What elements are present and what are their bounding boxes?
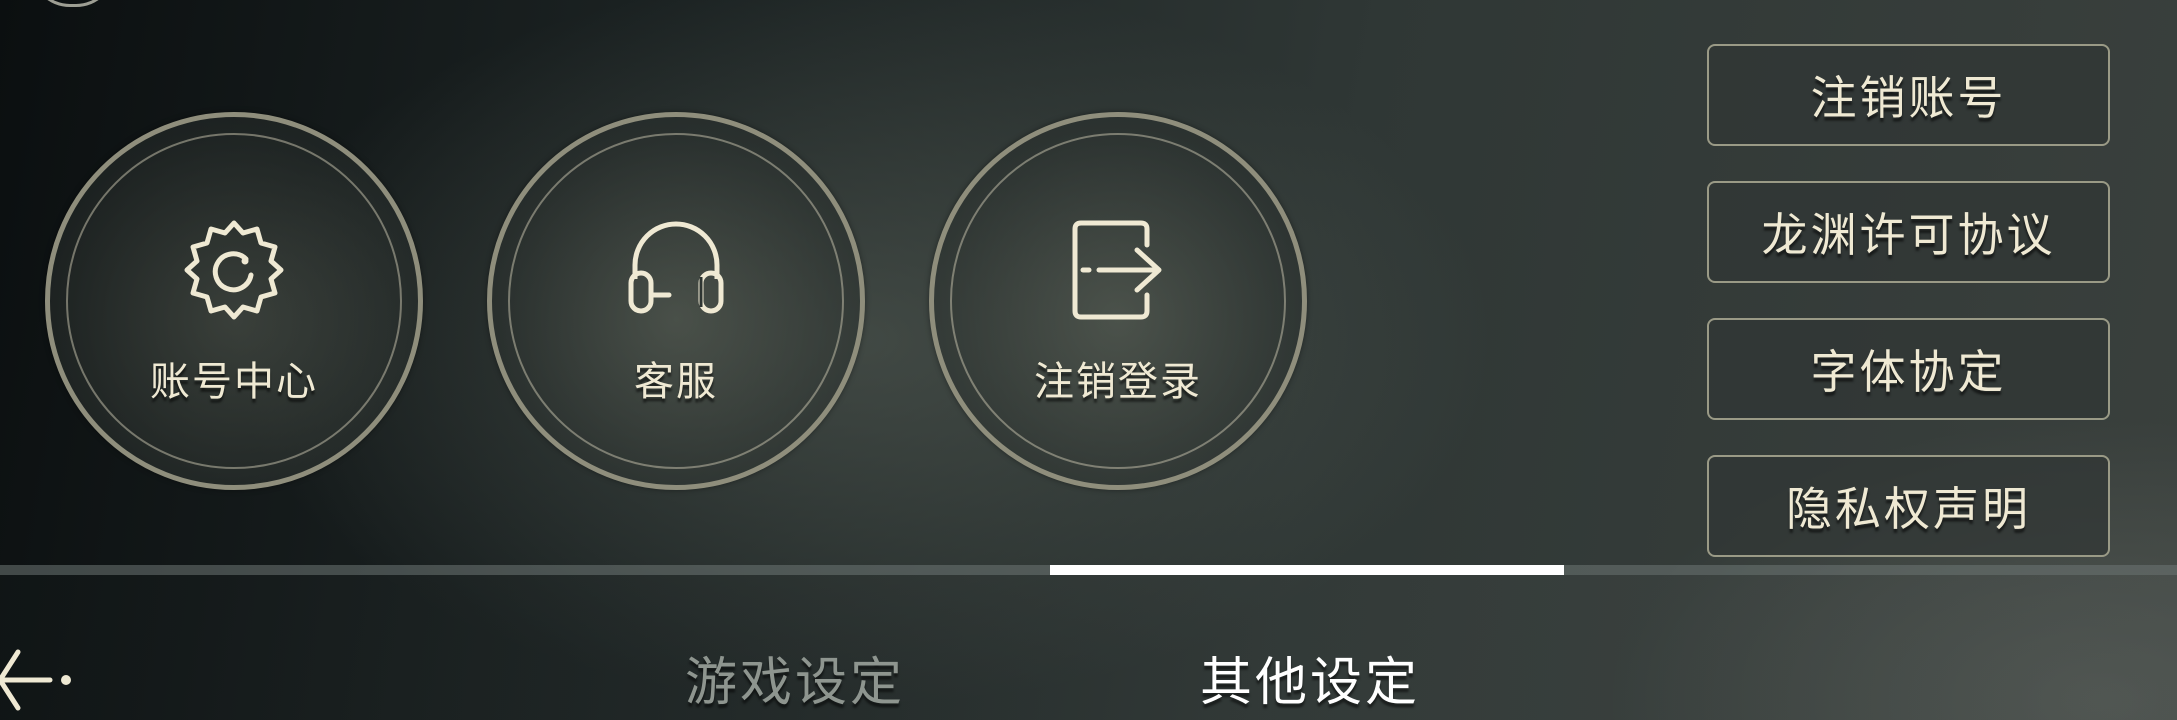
- account-center-button[interactable]: 账号中心: [45, 112, 423, 490]
- account-center-label: 账号中心: [150, 359, 318, 405]
- privacy-statement-button[interactable]: 隐私权声明: [1707, 455, 2110, 557]
- logout-icon: [1072, 220, 1162, 320]
- font-agreement-button[interactable]: 字体协定: [1707, 318, 2110, 420]
- customer-service-label: 客服: [634, 359, 718, 405]
- delete-account-button[interactable]: 注销账号: [1707, 44, 2110, 146]
- corner-decoration: [30, 0, 116, 7]
- tab-other-settings[interactable]: 其他设定: [1200, 640, 1420, 715]
- logout-label: 注销登录: [1034, 359, 1202, 405]
- bottom-tab-bar: [0, 575, 2177, 720]
- tab-game-settings[interactable]: 游戏设定: [685, 640, 905, 715]
- license-agreement-button[interactable]: 龙渊许可协议: [1707, 181, 2110, 283]
- active-tab-indicator: [1050, 565, 1564, 575]
- customer-service-button[interactable]: 客服: [487, 112, 865, 490]
- back-arrow-icon[interactable]: [0, 640, 80, 720]
- headset-icon: [628, 221, 724, 314]
- logout-button[interactable]: 注销登录: [929, 112, 1307, 490]
- gear-icon: [184, 220, 284, 320]
